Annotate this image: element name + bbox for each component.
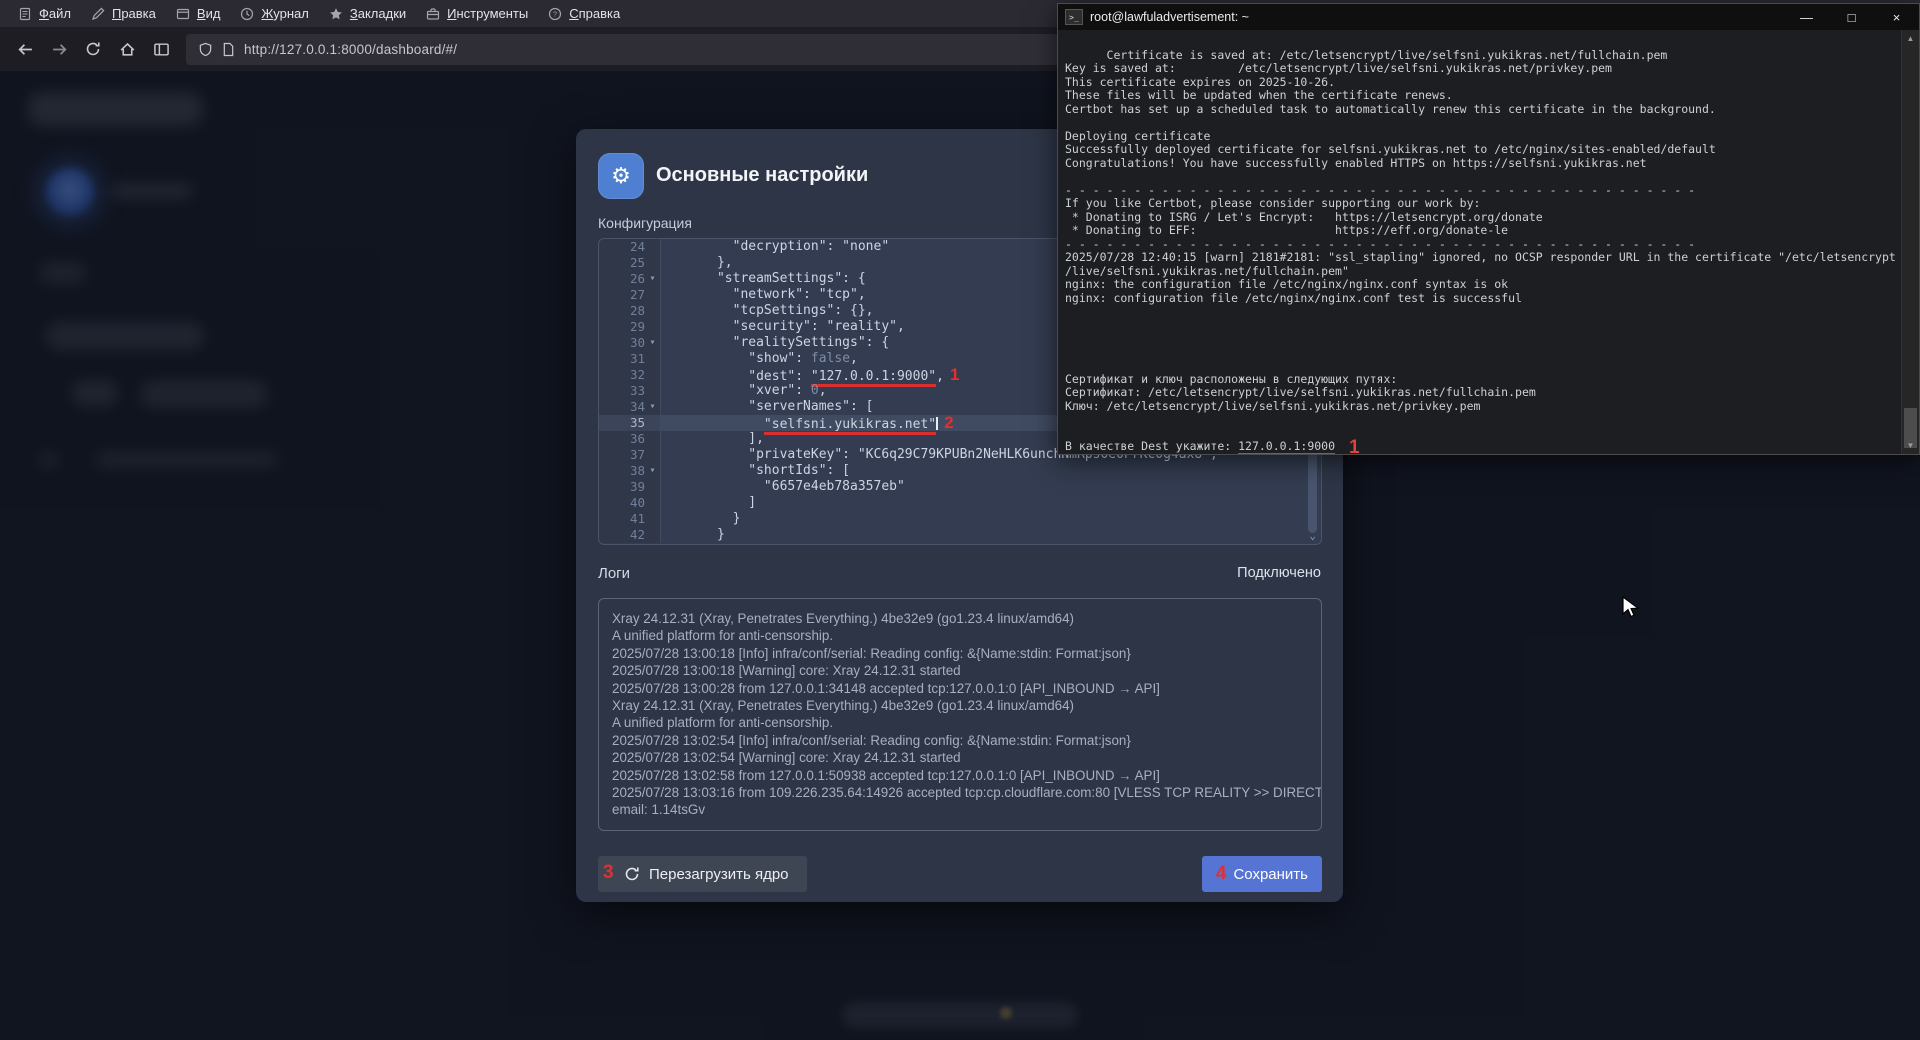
menu-help-label: Справка (569, 6, 620, 21)
back-button[interactable] (10, 34, 40, 64)
url-bar[interactable]: http://127.0.0.1:8000/dashboard/#/ (186, 34, 1086, 65)
menu-history-label: Журнал (261, 6, 308, 21)
restart-icon (624, 866, 640, 882)
save-label: Сохранить (1233, 866, 1308, 883)
mouse-cursor (1622, 596, 1644, 620)
sidebar-icon (153, 41, 170, 58)
fold-arrow-icon[interactable]: ▾ (645, 271, 660, 287)
fold-arrow-icon[interactable]: ▾ (645, 399, 660, 415)
back-arrow-icon (17, 41, 34, 58)
terminal-title: root@lawfuladvertisement: ~ (1090, 10, 1249, 24)
config-label: Конфигурация (598, 215, 692, 231)
reload-button[interactable] (78, 34, 108, 64)
minimize-icon[interactable]: — (1784, 4, 1829, 30)
star-icon (329, 7, 343, 21)
gear-icon: ⚙ (611, 163, 631, 189)
menu-bookmarks[interactable]: Закладки (319, 3, 416, 24)
save-button[interactable]: 4 Сохранить (1202, 856, 1322, 892)
menu-file-label: Файл (39, 6, 71, 21)
menu-view[interactable]: Вид (166, 3, 231, 24)
briefcase-icon (426, 7, 440, 21)
restart-core-label: Перезагрузить ядро (649, 866, 789, 883)
menu-tools[interactable]: Инструменты (416, 3, 538, 24)
forward-button[interactable] (44, 34, 74, 64)
menu-history[interactable]: Журнал (230, 3, 318, 24)
dest-value-annotated: 127.0.0.1:9000 (1238, 439, 1335, 454)
url-text: http://127.0.0.1:8000/dashboard/#/ (244, 42, 457, 57)
annotation-3: 3 (603, 862, 614, 884)
screen: Файл Правка Вид Журнал Закладки Инструме… (0, 0, 1920, 1040)
close-icon[interactable]: × (1874, 4, 1919, 30)
fold-arrow-icon[interactable]: ▾ (645, 463, 660, 479)
scroll-down-icon[interactable]: ▼ (1902, 441, 1919, 450)
menu-tools-label: Инструменты (447, 6, 528, 21)
annotation-4: 4 (1216, 863, 1227, 885)
logs-label: Логи (598, 565, 630, 582)
clock-icon (240, 7, 254, 21)
code-line: 38▾ "shortIds": [ (599, 463, 1321, 479)
menu-view-label: Вид (197, 6, 221, 21)
dialog-icon-chip: ⚙ (598, 153, 644, 199)
terminal-scrollbar[interactable]: ▲ ▼ (1901, 30, 1919, 454)
terminal-window: >_ root@lawfuladvertisement: ~ — □ × Cer… (1057, 3, 1920, 455)
code-line: 42 } (599, 527, 1321, 543)
annotation-1: 1 (950, 365, 959, 384)
annotation-2: 2 (944, 413, 953, 432)
terminal-output[interactable]: Certificate is saved at: /etc/letsencryp… (1058, 30, 1902, 454)
menu-bookmarks-label: Закладки (350, 6, 406, 21)
file-icon (18, 7, 32, 21)
chevron-down-icon[interactable]: ⌄ (1309, 529, 1316, 542)
dest-value-annotated: "127.0.0.1:9000" (811, 369, 936, 387)
menu-file[interactable]: Файл (8, 3, 81, 24)
menu-edit-label: Правка (112, 6, 156, 21)
maximize-icon[interactable]: □ (1829, 4, 1874, 30)
dialog-title: Основные настройки (656, 164, 868, 187)
terminal-text-block: Certificate is saved at: /etc/letsencryp… (1065, 48, 1896, 413)
sidebar-button[interactable] (146, 34, 176, 64)
code-line: 41 } (599, 511, 1321, 527)
reload-icon (85, 41, 101, 57)
logs-output[interactable]: Xray 24.12.31 (Xray, Penetrates Everythi… (598, 598, 1322, 831)
window-icon (176, 7, 190, 21)
sni-value-annotated: "selfsni.yukikras.net" (764, 417, 936, 435)
svg-text:?: ? (553, 9, 557, 18)
terminal-icon: >_ (1065, 9, 1083, 25)
menu-help[interactable]: ? Справка (538, 3, 630, 24)
home-button[interactable] (112, 34, 142, 64)
home-icon (119, 41, 136, 58)
pencil-icon (91, 7, 105, 21)
restart-core-button[interactable]: 3 Перезагрузить ядро (598, 856, 807, 892)
shield-icon (198, 42, 213, 57)
question-icon: ? (548, 7, 562, 21)
menu-edit[interactable]: Правка (81, 3, 166, 24)
forward-arrow-icon (51, 41, 68, 58)
connection-status: Подключено (1237, 565, 1321, 581)
terminal-titlebar[interactable]: >_ root@lawfuladvertisement: ~ — □ × (1058, 4, 1919, 30)
fold-arrow-icon[interactable]: ▾ (645, 335, 660, 351)
page-icon (222, 42, 235, 57)
scroll-up-icon[interactable]: ▲ (1902, 34, 1919, 43)
code-line: 40 ] (599, 495, 1321, 511)
terminal-dest-line: В качестве Dest укажите: 127.0.0.1:90001 (1065, 440, 1902, 454)
text-cursor (936, 417, 938, 430)
code-line: 39 "6657e4eb78a357eb" (599, 479, 1321, 495)
annotation-1: 1 (1349, 437, 1360, 454)
